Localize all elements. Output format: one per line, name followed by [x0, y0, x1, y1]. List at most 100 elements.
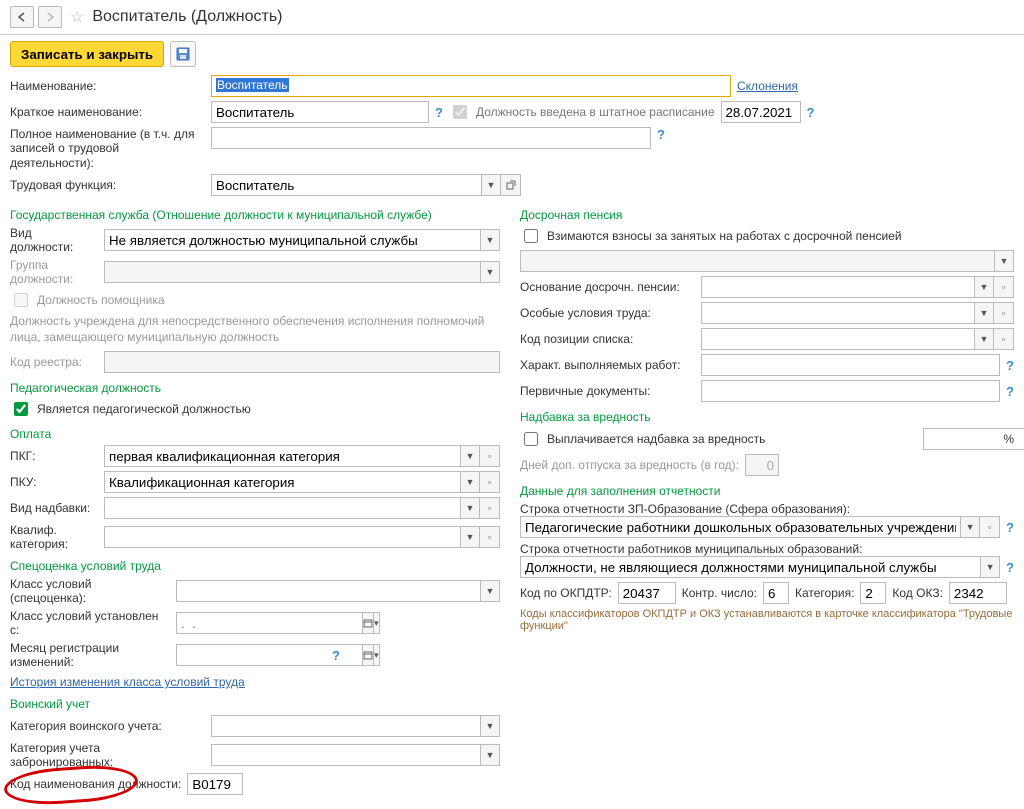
allowance-kind-label: Вид надбавки: [10, 501, 98, 515]
mun-row-dropdown-btn[interactable]: ▼ [980, 556, 1000, 578]
is-ped-checkbox[interactable] [14, 402, 28, 416]
pension-basis-dropdown-btn[interactable]: ▼ [974, 276, 994, 298]
change-month-combo[interactable]: ▾ [176, 644, 326, 666]
allowance-kind-input[interactable] [104, 497, 460, 519]
favorite-star-icon[interactable]: ☆ [70, 7, 84, 27]
pku-open-btn[interactable]: ▫ [480, 471, 500, 493]
position-code-input[interactable] [187, 773, 243, 795]
name-label: Наименование: [10, 79, 205, 93]
labor-function-combo[interactable]: ▼ [211, 174, 521, 196]
short-name-label: Краткое наименование: [10, 105, 205, 119]
pkg-input[interactable] [104, 445, 460, 467]
labor-function-dropdown-btn[interactable]: ▼ [481, 174, 501, 196]
mil-booked-input[interactable] [211, 744, 480, 766]
arrow-left-icon [17, 12, 27, 22]
change-month-clear-btn[interactable]: ▾ [374, 644, 380, 666]
name-input[interactable]: Воспитатель [211, 75, 731, 97]
position-kind-combo[interactable]: ▼ [104, 229, 500, 251]
nav-back-button[interactable] [10, 6, 34, 28]
cond-class-date-combo[interactable]: ▾ [176, 612, 326, 634]
edu-row-help-icon[interactable]: ? [1006, 520, 1014, 535]
allowance-kind-open-btn[interactable]: ▫ [480, 497, 500, 519]
pension-basis-input[interactable] [701, 276, 974, 298]
full-name-label: Полное наименование (в т.ч. для записей … [10, 127, 205, 170]
full-name-help-icon[interactable]: ? [657, 127, 665, 142]
special-cond-open-btn[interactable]: ▫ [994, 302, 1014, 324]
pku-dropdown-btn[interactable]: ▼ [460, 471, 480, 493]
pension-rate-dropdown-btn[interactable]: ▼ [994, 250, 1014, 272]
pku-combo[interactable]: ▼ ▫ [104, 471, 500, 493]
mil-category-input[interactable] [211, 715, 480, 737]
ped-section-title: Педагогическая должность [10, 381, 500, 395]
pension-contrib-checkbox[interactable] [524, 229, 538, 243]
list-pos-combo[interactable]: ▼ ▫ [701, 328, 1014, 350]
mun-row-help-icon[interactable]: ? [1006, 560, 1014, 575]
cond-class-date-clear-btn[interactable]: ▾ [374, 612, 380, 634]
allowance-kind-dropdown-btn[interactable]: ▼ [460, 497, 480, 519]
labor-function-open-btn[interactable] [501, 174, 521, 196]
change-month-cal-btn[interactable] [362, 644, 374, 666]
edu-row-open-btn[interactable]: ▫ [980, 516, 1000, 538]
primary-docs-input[interactable] [701, 380, 1000, 402]
labor-function-input[interactable] [211, 174, 481, 196]
qual-category-input[interactable] [104, 526, 460, 548]
short-name-help-icon[interactable]: ? [435, 105, 443, 120]
save-and-close-button[interactable]: Записать и закрыть [10, 41, 164, 67]
mil-category-dropdown-btn[interactable]: ▼ [480, 715, 500, 737]
full-name-input[interactable] [211, 127, 651, 149]
reestr-code-input [104, 351, 500, 373]
pku-input[interactable] [104, 471, 460, 493]
qual-category-open-btn[interactable]: ▫ [480, 526, 500, 548]
special-cond-dropdown-btn[interactable]: ▼ [974, 302, 994, 324]
qual-category-combo[interactable]: ▼ ▫ [104, 526, 500, 548]
position-kind-dropdown-btn[interactable]: ▼ [480, 229, 500, 251]
list-pos-dropdown-btn[interactable]: ▼ [974, 328, 994, 350]
list-pos-input[interactable] [701, 328, 974, 350]
save-button[interactable] [170, 41, 196, 67]
work-char-help-icon[interactable]: ? [1006, 358, 1014, 373]
pension-rate-combo[interactable]: ▼ [520, 250, 1014, 272]
category-input[interactable] [860, 582, 886, 604]
pension-basis-combo[interactable]: ▼ ▫ [701, 276, 1014, 298]
declensions-link[interactable]: Склонения [737, 79, 798, 93]
edu-row-combo[interactable]: ▼ ▫ [520, 516, 1000, 538]
in-staff-help-icon[interactable]: ? [807, 105, 815, 120]
okpdtr-input[interactable] [618, 582, 676, 604]
special-cond-input[interactable] [701, 302, 974, 324]
primary-docs-help-icon[interactable]: ? [1006, 384, 1014, 399]
pkg-dropdown-btn[interactable]: ▼ [460, 445, 480, 467]
pkg-open-btn[interactable]: ▫ [480, 445, 500, 467]
mun-row-input[interactable] [520, 556, 980, 578]
work-char-input[interactable] [701, 354, 1000, 376]
special-cond-combo[interactable]: ▼ ▫ [701, 302, 1014, 324]
position-group-combo: ▼ [104, 261, 500, 283]
list-pos-open-btn[interactable]: ▫ [994, 328, 1014, 350]
change-month-help-icon[interactable]: ? [332, 648, 340, 663]
nav-forward-button[interactable] [38, 6, 62, 28]
qual-category-dropdown-btn[interactable]: ▼ [460, 526, 480, 548]
position-kind-input[interactable] [104, 229, 480, 251]
harm-value-combo[interactable]: ▦ [923, 428, 997, 450]
okz-input[interactable] [949, 582, 1007, 604]
class-history-link[interactable]: История изменения класса условий труда [10, 675, 245, 689]
cond-class-date-cal-btn[interactable] [362, 612, 374, 634]
cond-class-combo[interactable]: ▼ [176, 580, 500, 602]
cond-class-label: Класс условий (спецоценка): [10, 577, 170, 605]
control-number-input[interactable] [763, 582, 789, 604]
in-staff-date-input[interactable] [721, 101, 801, 123]
edu-row-input[interactable] [520, 516, 960, 538]
mil-booked-dropdown-btn[interactable]: ▼ [480, 744, 500, 766]
pension-basis-open-btn[interactable]: ▫ [994, 276, 1014, 298]
cond-class-input[interactable] [176, 580, 480, 602]
cond-class-date-input[interactable] [176, 612, 362, 634]
harm-paid-checkbox[interactable] [524, 432, 538, 446]
cond-class-dropdown-btn[interactable]: ▼ [480, 580, 500, 602]
pkg-combo[interactable]: ▼ ▫ [104, 445, 500, 467]
mun-row-combo[interactable]: ▼ [520, 556, 1000, 578]
work-char-label: Характ. выполняемых работ: [520, 358, 695, 372]
mil-category-combo[interactable]: ▼ [211, 715, 500, 737]
allowance-kind-combo[interactable]: ▼ ▫ [104, 497, 500, 519]
short-name-input[interactable] [211, 101, 429, 123]
edu-row-dropdown-btn[interactable]: ▼ [960, 516, 980, 538]
mil-booked-combo[interactable]: ▼ [211, 744, 500, 766]
